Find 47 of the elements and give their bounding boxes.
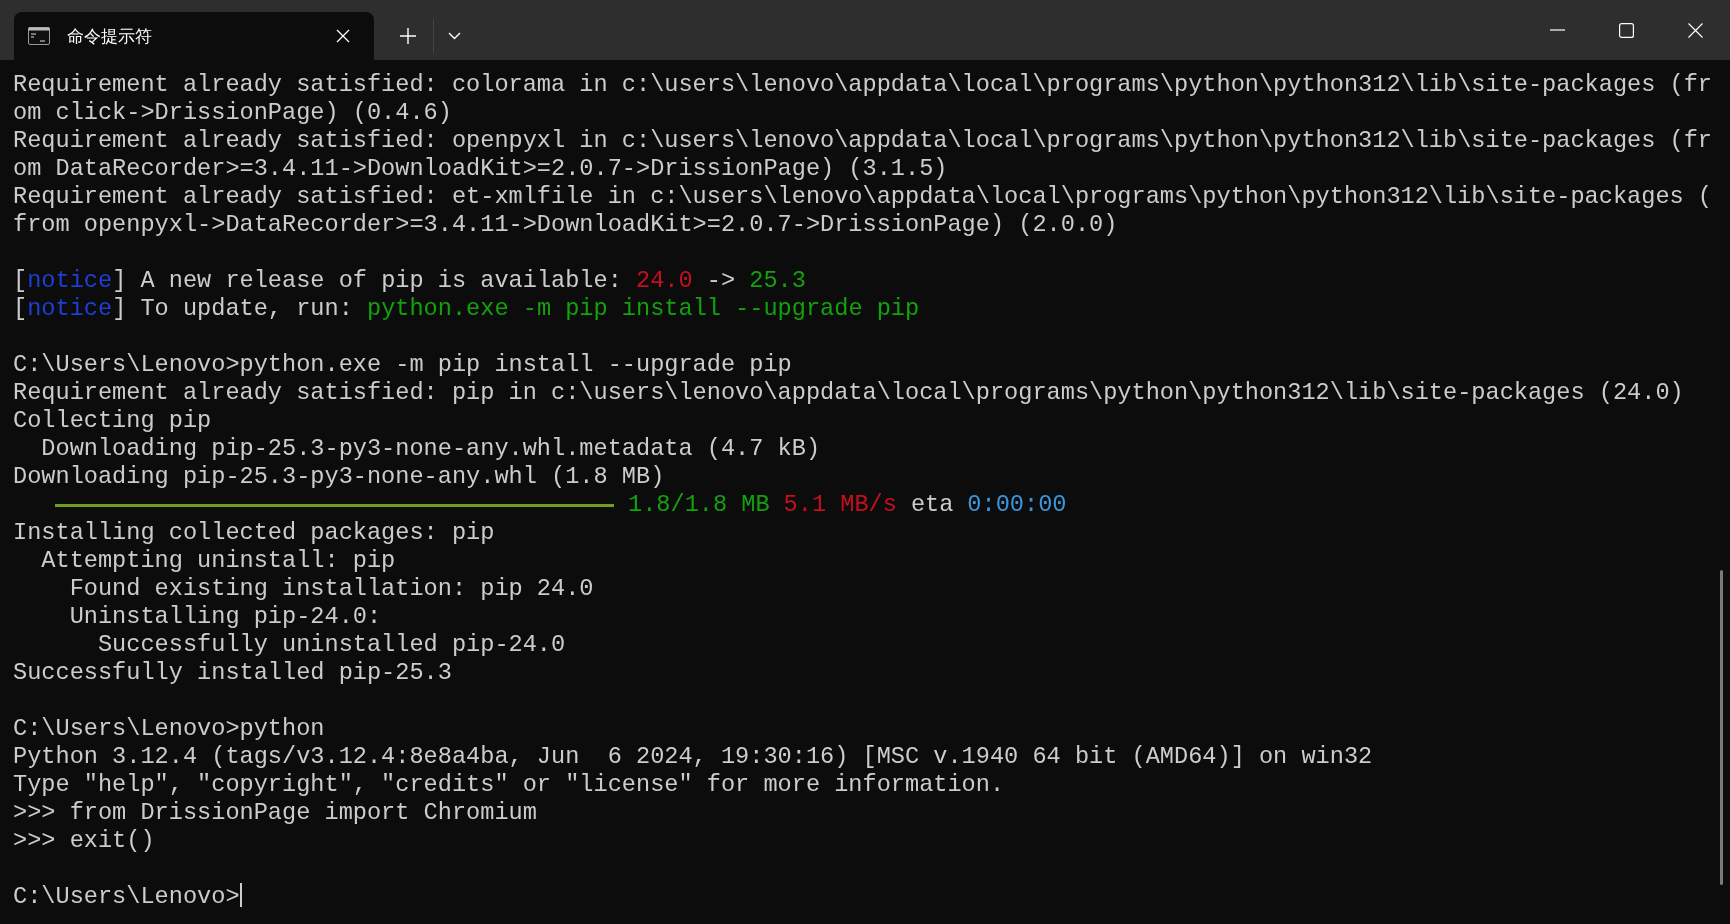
output-line: Found existing installation: pip 24.0	[68, 575, 594, 603]
tab[interactable]: 命令提示符	[14, 12, 374, 60]
output-text: ->	[705, 267, 737, 294]
output-line: Downloading pip-25.3-py3-none-any.whl (1.8 MB)	[13, 463, 665, 491]
output-line: Successfully uninstalled pip-24.0	[96, 631, 566, 659]
output-line: from openpyxl->DataRecorder>=3.4.11->DownloadKit>=2.0.7->DrissionPage) (2.0.0)	[13, 211, 1118, 239]
text-cursor	[239, 883, 242, 907]
output-text: ] To update, run:	[112, 295, 354, 322]
output-line: >>> exit()	[13, 827, 155, 855]
tab-title: 命令提示符	[67, 24, 153, 48]
output-text: 24.0	[636, 267, 693, 294]
scrollbar-thumb[interactable]	[1720, 570, 1723, 885]
chevron-down-icon[interactable]	[448, 32, 461, 40]
output-text: [	[13, 295, 28, 322]
output-line: Collecting pip	[13, 407, 212, 435]
output-text: notice	[27, 295, 113, 322]
output-line: Type "help", "copyright", "credits" or "license" for more information.	[13, 771, 1005, 799]
output-line: Attempting uninstall: pip	[40, 547, 396, 575]
close-icon[interactable]	[336, 29, 350, 43]
maximize-icon[interactable]	[1619, 22, 1634, 38]
output-line: om click->DrissionPage) (0.4.6)	[13, 99, 452, 127]
output-line: C:\Users\Lenovo>python.exe -m pip install --upgrade pip	[13, 351, 792, 379]
prompt-text: C:\Users\Lenovo>	[13, 883, 240, 910]
output-line: Downloading pip-25.3-py3-none-any.whl.metadata (4.7 kB)	[40, 435, 821, 463]
output-line: Installing collected packages: pip	[13, 519, 495, 547]
plus-icon[interactable]	[400, 28, 416, 44]
output-text: python.exe -m pip install --upgrade pip	[367, 295, 920, 322]
output-text: notice	[27, 267, 113, 294]
output-text: 25.3	[749, 267, 806, 294]
output-line: Successfully installed pip-25.3	[13, 659, 452, 687]
output-line: Requirement already satisfied: et-xmlfile in c:\users\lenovo\appdata\local\programs\python\python312\lib\site-packages (	[13, 183, 1713, 211]
output-line: Requirement already satisfied: pip in c:\users\lenovo\appdata\local\programs\python\python312\lib\site-packages (24.0)	[13, 379, 1684, 407]
output-line: >>> from DrissionPage import Chromium	[13, 799, 537, 827]
output-text: [	[13, 267, 28, 294]
output-text: 5.1 MB/s	[783, 491, 897, 519]
output-line: Requirement already satisfied: colorama in c:\users\lenovo\appdata\local\programs\python\python312\lib\site-packages (fr	[13, 71, 1713, 99]
output-line: C:\Users\Lenovo>python	[13, 715, 325, 743]
output-line: om DataRecorder>=3.4.11->DownloadKit>=2.0.7->DrissionPage) (3.1.5)	[13, 155, 948, 183]
output-text: 0:00:00	[967, 491, 1067, 519]
output-text: ] A new release of pip is available:	[112, 267, 623, 294]
close-icon[interactable]	[1688, 22, 1703, 38]
console-icon	[28, 27, 50, 45]
output-text: 1.8/1.8 MB	[628, 491, 770, 519]
output-text: eta	[910, 491, 954, 519]
output-line: Requirement already satisfied: openpyxl in c:\users\lenovo\appdata\local\programs\python\python312\lib\site-packages (fr	[13, 127, 1713, 155]
output-line: Uninstalling pip-24.0:	[68, 603, 382, 631]
output-line: Python 3.12.4 (tags/v3.12.4:8e8a4ba, Jun 6 2024, 19:30:16) [MSC v.1940 64 bit (AMD64)] on win32	[13, 743, 1373, 771]
